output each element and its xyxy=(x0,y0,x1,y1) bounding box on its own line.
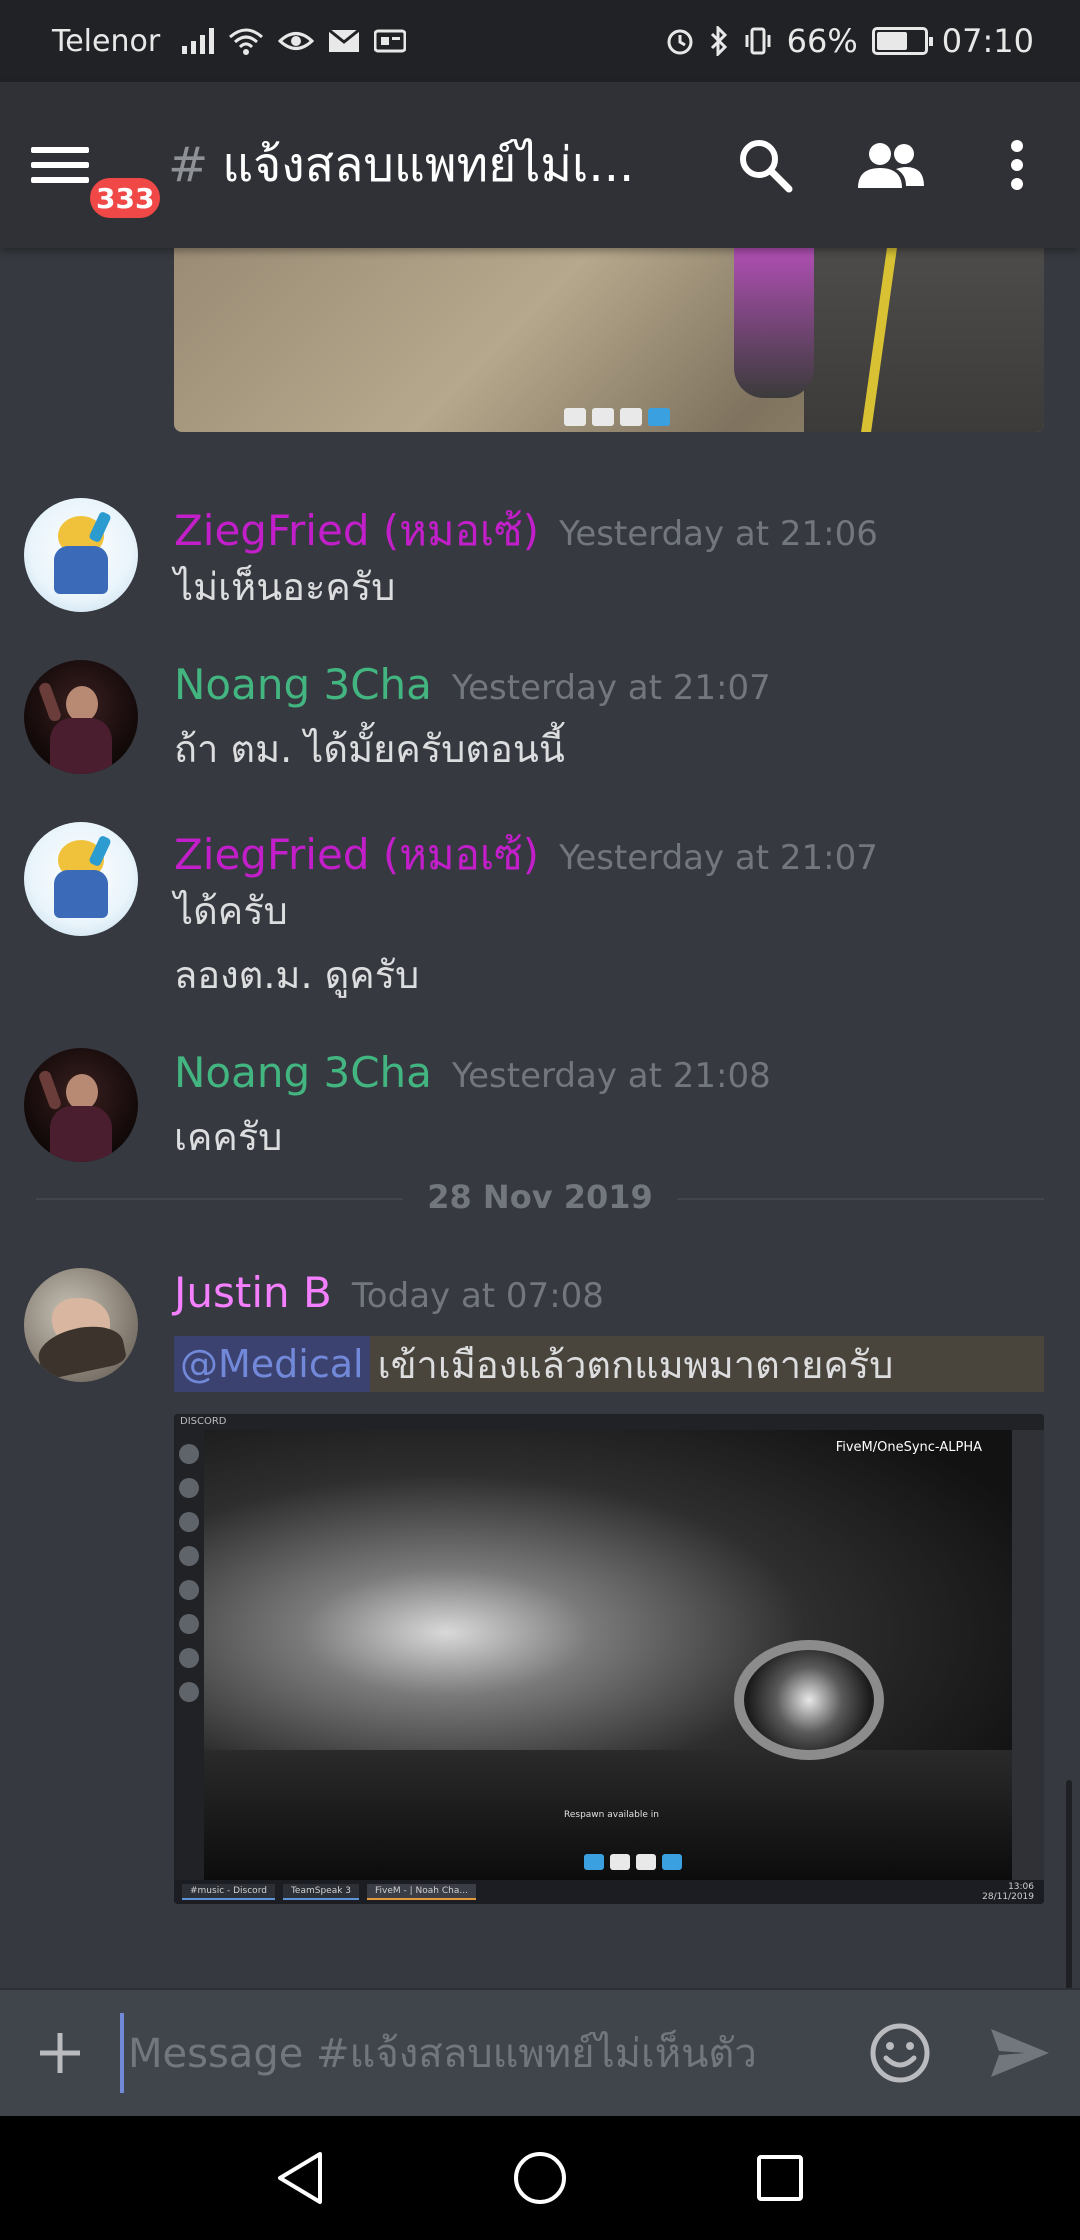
role-mention[interactable]: @Medical xyxy=(174,1336,370,1392)
overflow-menu-button[interactable] xyxy=(954,82,1080,248)
timestamp: Today at 07:08 xyxy=(351,1276,604,1316)
recents-button[interactable] xyxy=(730,2128,830,2228)
date-divider-label: 28 Nov 2019 xyxy=(403,1178,677,1216)
message-text: ลองต.ม. ดูครับ xyxy=(174,953,420,997)
signal-icon xyxy=(182,28,215,54)
message-text: ไม่เห็นอะครับ xyxy=(174,565,396,609)
channel-toolbar: 333 # แจ้งสลบแพทย์ไม่เ... xyxy=(0,82,1080,248)
channel-name: แจ้งสลบแพทย์ไม่เ... xyxy=(222,137,635,193)
emoji-button[interactable] xyxy=(840,1989,960,2117)
system-nav-bar xyxy=(0,2116,1080,2240)
taskbar-clock: 13:06 28/11/2019 xyxy=(982,1882,1034,1902)
game-hud-icons xyxy=(564,408,670,426)
home-circle-icon xyxy=(514,2152,566,2204)
more-vertical-icon xyxy=(1011,140,1023,190)
members-icon xyxy=(858,143,924,188)
embed-respawn-text: Respawn available in xyxy=(564,1810,659,1820)
avatar[interactable] xyxy=(24,498,138,612)
embed-overlay-title: FiveM/OneSync-ALPHA xyxy=(835,1440,982,1455)
avatar[interactable] xyxy=(24,1268,138,1382)
message-text: เข้าเมืองแล้วตกแมพมาตายครับ xyxy=(377,1342,894,1387)
message-text: ถ้า ตม. ได้มั้ยครับตอนนี้ xyxy=(174,727,565,771)
recents-square-icon xyxy=(757,2155,803,2201)
status-bar: Telenor 66% 07:10 xyxy=(0,0,1080,82)
battery-icon xyxy=(871,27,933,55)
previous-image-attachment[interactable] xyxy=(174,248,1044,432)
send-button[interactable] xyxy=(960,1989,1080,2117)
message-input[interactable]: Message #แจ้งสลบแพทย์ไม่เห็นตัว xyxy=(120,2013,840,2093)
timestamp: Yesterday at 21:08 xyxy=(451,1056,771,1096)
wifi-icon xyxy=(229,28,264,55)
menu-button[interactable]: 333 xyxy=(0,82,165,248)
app-notification-icon xyxy=(374,29,407,53)
bluetooth-icon xyxy=(710,26,727,56)
channel-title[interactable]: # แจ้งสลบแพทย์ไม่เ... xyxy=(120,127,702,203)
send-icon xyxy=(991,2029,1049,2077)
back-triangle-icon xyxy=(278,2152,322,2204)
emoji-icon xyxy=(870,2023,930,2083)
hamburger-icon xyxy=(31,138,89,192)
embed-game-scene: FiveM/OneSync-ALPHA Respawn available in xyxy=(204,1430,1012,1880)
embed-window-title: DISCORD xyxy=(174,1414,1044,1430)
plus-icon xyxy=(40,2033,80,2073)
channel-hash-icon: # xyxy=(168,137,209,193)
username[interactable]: ZiegFried (หมอเซ้) xyxy=(174,498,539,564)
battery-percent: 66% xyxy=(786,22,858,60)
username[interactable]: Noang 3Cha xyxy=(174,1048,432,1097)
mention-message: @Medical เข้าเมืองแล้วตกแมพมาตายครับ xyxy=(174,1336,1044,1392)
search-button[interactable] xyxy=(702,82,828,248)
game-hud-icons xyxy=(584,1854,682,1870)
status-right: 66% 07:10 xyxy=(665,22,1034,60)
scrollbar[interactable] xyxy=(1066,1780,1072,1990)
clock: 07:10 xyxy=(941,22,1034,60)
message-list[interactable]: ZiegFried (หมอเซ้) Yesterday at 21:06 ไม… xyxy=(0,248,1080,1988)
mail-icon xyxy=(328,29,361,52)
search-icon xyxy=(740,140,793,193)
taskbar-item: #music - Discord xyxy=(182,1884,275,1900)
eye-icon xyxy=(278,32,315,50)
username[interactable]: Justin B xyxy=(174,1268,332,1317)
embed-server-rail xyxy=(174,1430,204,1880)
embed-taskbar: #music - Discord TeamSpeak 3 FiveM - | N… xyxy=(174,1880,1044,1904)
timestamp: Yesterday at 21:07 xyxy=(451,668,771,708)
timestamp: Yesterday at 21:07 xyxy=(559,838,878,878)
message-composer: Message #แจ้งสลบแพทย์ไม่เห็นตัว xyxy=(0,1988,1080,2116)
carrier-name: Telenor xyxy=(52,23,161,59)
message-text: ได้ครับ xyxy=(174,889,288,933)
unread-badge: 333 xyxy=(86,174,165,222)
avatar[interactable] xyxy=(24,660,138,774)
avatar[interactable] xyxy=(24,1048,138,1162)
taskbar-item: FiveM - | Noah Cha... xyxy=(367,1884,476,1900)
add-attachment-button[interactable] xyxy=(0,1989,120,2117)
username[interactable]: Noang 3Cha xyxy=(174,660,432,709)
avatar[interactable] xyxy=(24,822,138,936)
taskbar-item: TeamSpeak 3 xyxy=(282,1884,360,1900)
home-button[interactable] xyxy=(490,2128,590,2228)
username[interactable]: ZiegFried (หมอเซ้) xyxy=(174,822,539,888)
timestamp: Yesterday at 21:06 xyxy=(559,514,878,554)
message-text: เคครับ xyxy=(174,1115,283,1159)
vibrate-icon xyxy=(745,27,771,55)
members-button[interactable] xyxy=(828,82,954,248)
date-divider: 28 Nov 2019 xyxy=(0,1178,1080,1216)
screenshot-attachment[interactable]: DISCORD FiveM/OneSync-ALPHA Respawn avai… xyxy=(174,1414,1044,1904)
back-button[interactable] xyxy=(250,2128,350,2228)
battery-fill xyxy=(876,32,907,50)
status-icons xyxy=(182,27,407,55)
alarm-icon xyxy=(667,29,693,55)
